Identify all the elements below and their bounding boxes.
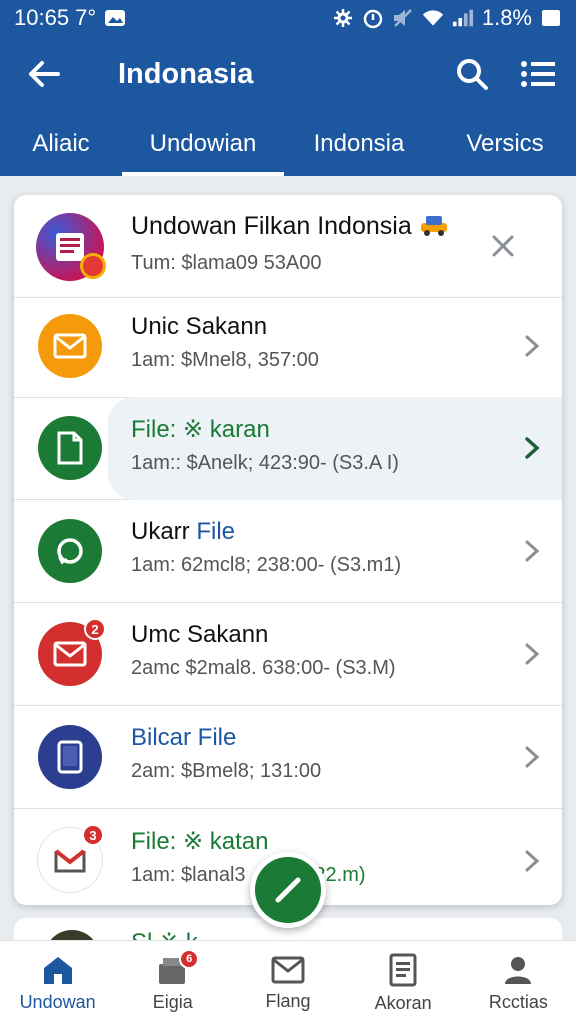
tab-versics[interactable]: Versics bbox=[434, 112, 576, 176]
chevron-right-icon bbox=[520, 642, 544, 666]
arrow-left-icon bbox=[29, 61, 60, 87]
compose-button[interactable] bbox=[250, 852, 326, 928]
row-subtitle: 2am: $Bmel8; 131:00 bbox=[131, 760, 322, 782]
nav-item-rcctias[interactable]: Rcctias bbox=[461, 941, 576, 1024]
notification-badge: 6 bbox=[179, 949, 200, 969]
nav-item-eigia[interactable]: 6 Eigia bbox=[115, 941, 230, 1024]
search-button[interactable] bbox=[444, 46, 500, 102]
chevron-right-icon bbox=[520, 334, 544, 358]
home-icon bbox=[43, 956, 72, 984]
back-button[interactable] bbox=[14, 44, 74, 104]
tab-undowian[interactable]: Undowian bbox=[122, 112, 284, 176]
settings-icon bbox=[332, 7, 354, 29]
nav-item-flang[interactable]: Flang bbox=[230, 941, 345, 1024]
list-item[interactable]: 2 Umc Sakann 2amc $2mal8. 638:00- (S3.M) bbox=[14, 603, 562, 706]
row-title: File: ※ katan bbox=[131, 828, 269, 855]
chevron-right-icon bbox=[520, 849, 544, 873]
app-bar: Indonasia bbox=[0, 36, 576, 112]
signal-icon bbox=[452, 7, 474, 29]
row-title: File: ※ karan bbox=[131, 416, 270, 443]
item-list-card: Undowan Filkan Indonsia Tum: $lama09 53A… bbox=[14, 195, 562, 905]
gmail-icon: 3 bbox=[38, 824, 104, 892]
photo-icon bbox=[104, 7, 126, 29]
list-item[interactable]: File: ※ karan 1am:: $Anelk; 423:90- (S3.… bbox=[14, 397, 562, 500]
row-title: Undowan Filkan Indonsia bbox=[131, 212, 412, 241]
close-button[interactable] bbox=[488, 231, 518, 261]
pencil-icon bbox=[275, 877, 301, 903]
mail-icon bbox=[271, 956, 305, 983]
alarm-icon bbox=[362, 7, 384, 29]
chevron-right-icon bbox=[520, 436, 544, 460]
list-item[interactable]: Unic Sakann 1am: $Mnel8, 357:00 bbox=[14, 295, 562, 398]
tab-aliaic[interactable]: Aliaic bbox=[0, 112, 122, 176]
nav-item-akoran[interactable]: Akoran bbox=[346, 941, 461, 1024]
row-title: Bilcar File bbox=[131, 724, 237, 751]
bottom-navigation: Undowan 6 Eigia Flang Akoran Rcctias bbox=[0, 940, 576, 1024]
notification-badge: 2 bbox=[84, 618, 106, 640]
nav-item-undowan[interactable]: Undowan bbox=[0, 941, 115, 1024]
file-icon bbox=[38, 416, 102, 480]
document-icon bbox=[389, 953, 417, 986]
list-item[interactable]: Ukarr File 1am: 62mcl8; 238:00- (S3.m1) bbox=[14, 500, 562, 603]
row-title: Unic Sakann bbox=[131, 313, 268, 340]
tab-indonsia[interactable]: Indonsia bbox=[284, 112, 434, 176]
status-time: 10:65 7° bbox=[14, 5, 97, 30]
list-item[interactable]: Undowan Filkan Indonsia Tum: $lama09 53A… bbox=[14, 195, 562, 298]
list-menu-icon bbox=[521, 61, 555, 87]
pin-badge-icon bbox=[80, 253, 106, 279]
person-icon bbox=[505, 956, 532, 984]
status-bar: 10:65 7° 1.8% bbox=[0, 0, 576, 36]
car-icon bbox=[419, 211, 449, 244]
chevron-right-icon bbox=[520, 539, 544, 563]
row-subtitle: 1am: 62mcl8; 238:00- (S3.m1) bbox=[131, 554, 402, 576]
tab-bar: Aliaic Undowian Indonsia Versics bbox=[0, 112, 576, 176]
refresh-icon bbox=[38, 519, 102, 583]
mail-icon: 2 bbox=[38, 618, 106, 686]
document-app-icon bbox=[36, 213, 106, 281]
battery-icon bbox=[540, 7, 562, 29]
mute-icon bbox=[392, 7, 414, 29]
menu-button[interactable] bbox=[510, 46, 566, 102]
search-icon bbox=[457, 59, 488, 90]
battery-percent: 1.8% bbox=[481, 5, 532, 30]
page-title: Indonasia bbox=[118, 57, 254, 90]
row-subtitle: 1am: $Mnel8, 357:00 bbox=[131, 349, 319, 371]
tablet-icon bbox=[38, 725, 102, 789]
row-title: Ukarr bbox=[131, 518, 197, 545]
row-subtitle: Tum: $lama09 53A00 bbox=[131, 252, 322, 274]
close-icon bbox=[492, 235, 514, 257]
row-subtitle: 1am: $lanal3 bbox=[131, 864, 246, 886]
notification-badge: 3 bbox=[82, 824, 104, 846]
row-title: Umc Sakann bbox=[131, 621, 269, 648]
row-subtitle: 2amc $2mal8. 638:00- (S3.M) bbox=[131, 657, 396, 679]
row-subtitle: 1am:: $Anelk; 423:90- (S3.A I) bbox=[131, 452, 399, 474]
row-title-accent: File bbox=[196, 518, 236, 545]
chevron-right-icon bbox=[520, 745, 544, 769]
wifi-icon bbox=[422, 7, 444, 29]
list-item[interactable]: Bilcar File 2am: $Bmel8; 131:00 bbox=[14, 706, 562, 809]
mail-icon bbox=[38, 314, 102, 378]
